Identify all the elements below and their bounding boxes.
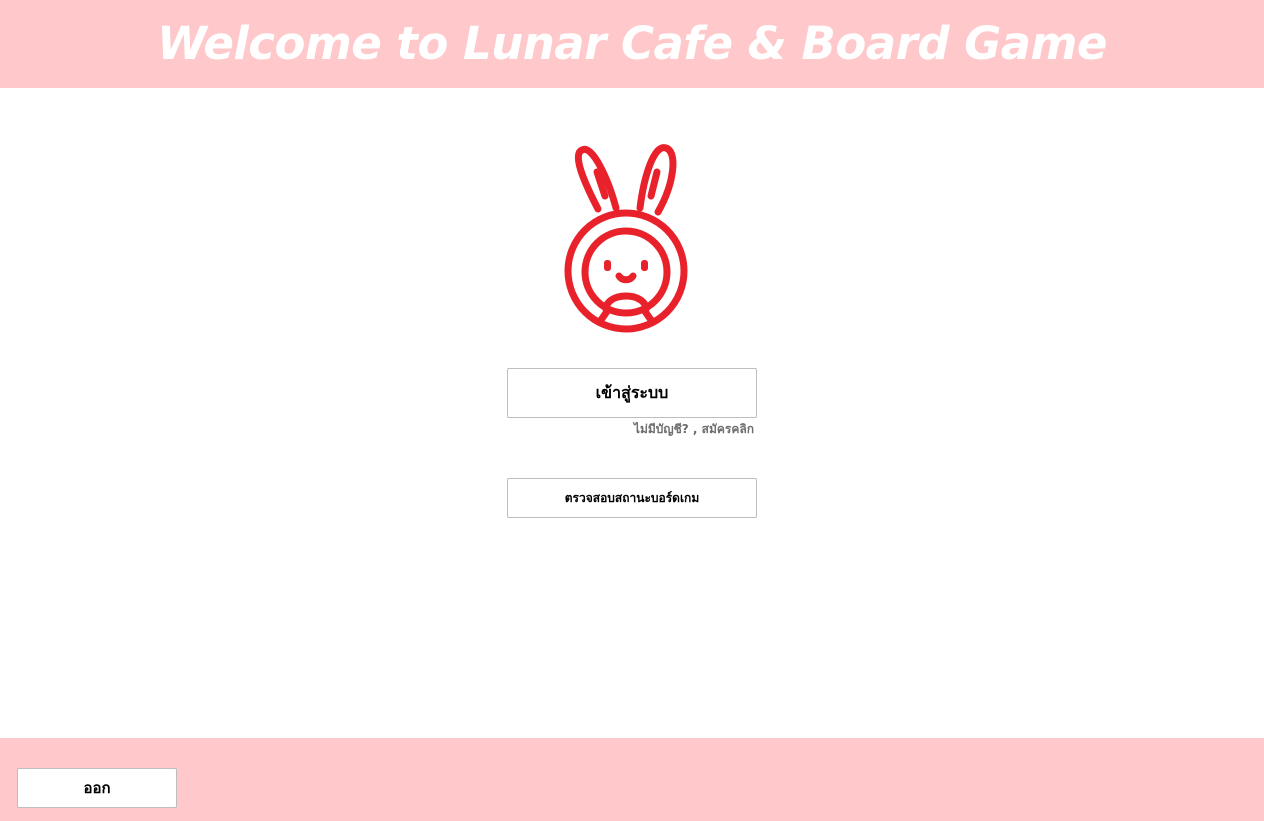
- check-boardgame-status-button[interactable]: ตรวจสอบสถานะบอร์ดเกม: [507, 478, 757, 518]
- bunny-logo-icon: [528, 134, 728, 344]
- login-button[interactable]: เข้าสู่ระบบ: [507, 368, 757, 418]
- page-title: Welcome to Lunar Cafe & Board Game: [157, 16, 1107, 70]
- main-content: เข้าสู่ระบบ ไม่มีบัญชี? , สมัครคลิก ตรวจ…: [0, 88, 1264, 738]
- exit-button[interactable]: ออก: [17, 768, 177, 808]
- signup-link[interactable]: ไม่มีบัญชี? , สมัครคลิก: [634, 420, 754, 439]
- footer-bar: ออก: [0, 738, 1264, 821]
- header-banner: Welcome to Lunar Cafe & Board Game: [0, 0, 1264, 88]
